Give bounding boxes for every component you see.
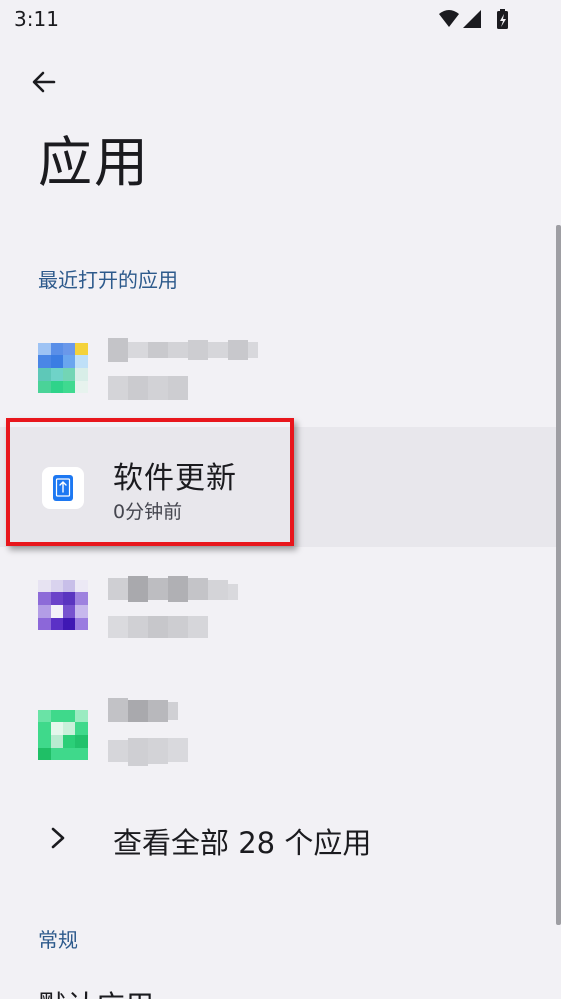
status-time: 3:11 [14, 7, 59, 31]
default-apps-item[interactable]: 默认应用 [38, 986, 154, 999]
wifi-icon [439, 10, 459, 27]
recent-app-row[interactable] [0, 672, 556, 792]
section-header-general: 常规 [38, 928, 78, 952]
cell-signal-icon [463, 10, 481, 28]
status-bar: 3:11 [0, 0, 561, 40]
pixelated-app-icon [38, 343, 88, 393]
see-all-apps-label: 查看全部 28 个应用 [113, 826, 372, 860]
pixelated-app-icon [38, 710, 88, 760]
software-update-icon [42, 467, 84, 509]
recent-app-row[interactable] [0, 550, 556, 670]
pixelated-app-label [108, 698, 188, 766]
pixelated-app-label [108, 338, 258, 400]
back-button[interactable] [22, 60, 66, 104]
app-name: 软件更新 [113, 461, 237, 496]
recent-app-row[interactable] [0, 305, 556, 425]
pixelated-app-icon [38, 580, 88, 630]
software-update-row[interactable]: 软件更新 0分钟前 [0, 427, 556, 547]
chevron-right-icon [51, 827, 65, 849]
status-icons [439, 9, 508, 29]
scrollbar[interactable] [556, 225, 561, 925]
arrow-left-icon [32, 71, 56, 93]
see-all-apps-row[interactable]: 查看全部 28 个应用 [0, 800, 556, 880]
app-last-opened: 0分钟前 [113, 501, 183, 523]
page-title: 应用 [38, 131, 150, 194]
section-header-recent: 最近打开的应用 [38, 268, 178, 292]
pixelated-app-label [108, 576, 238, 638]
battery-charging-icon [497, 9, 508, 29]
